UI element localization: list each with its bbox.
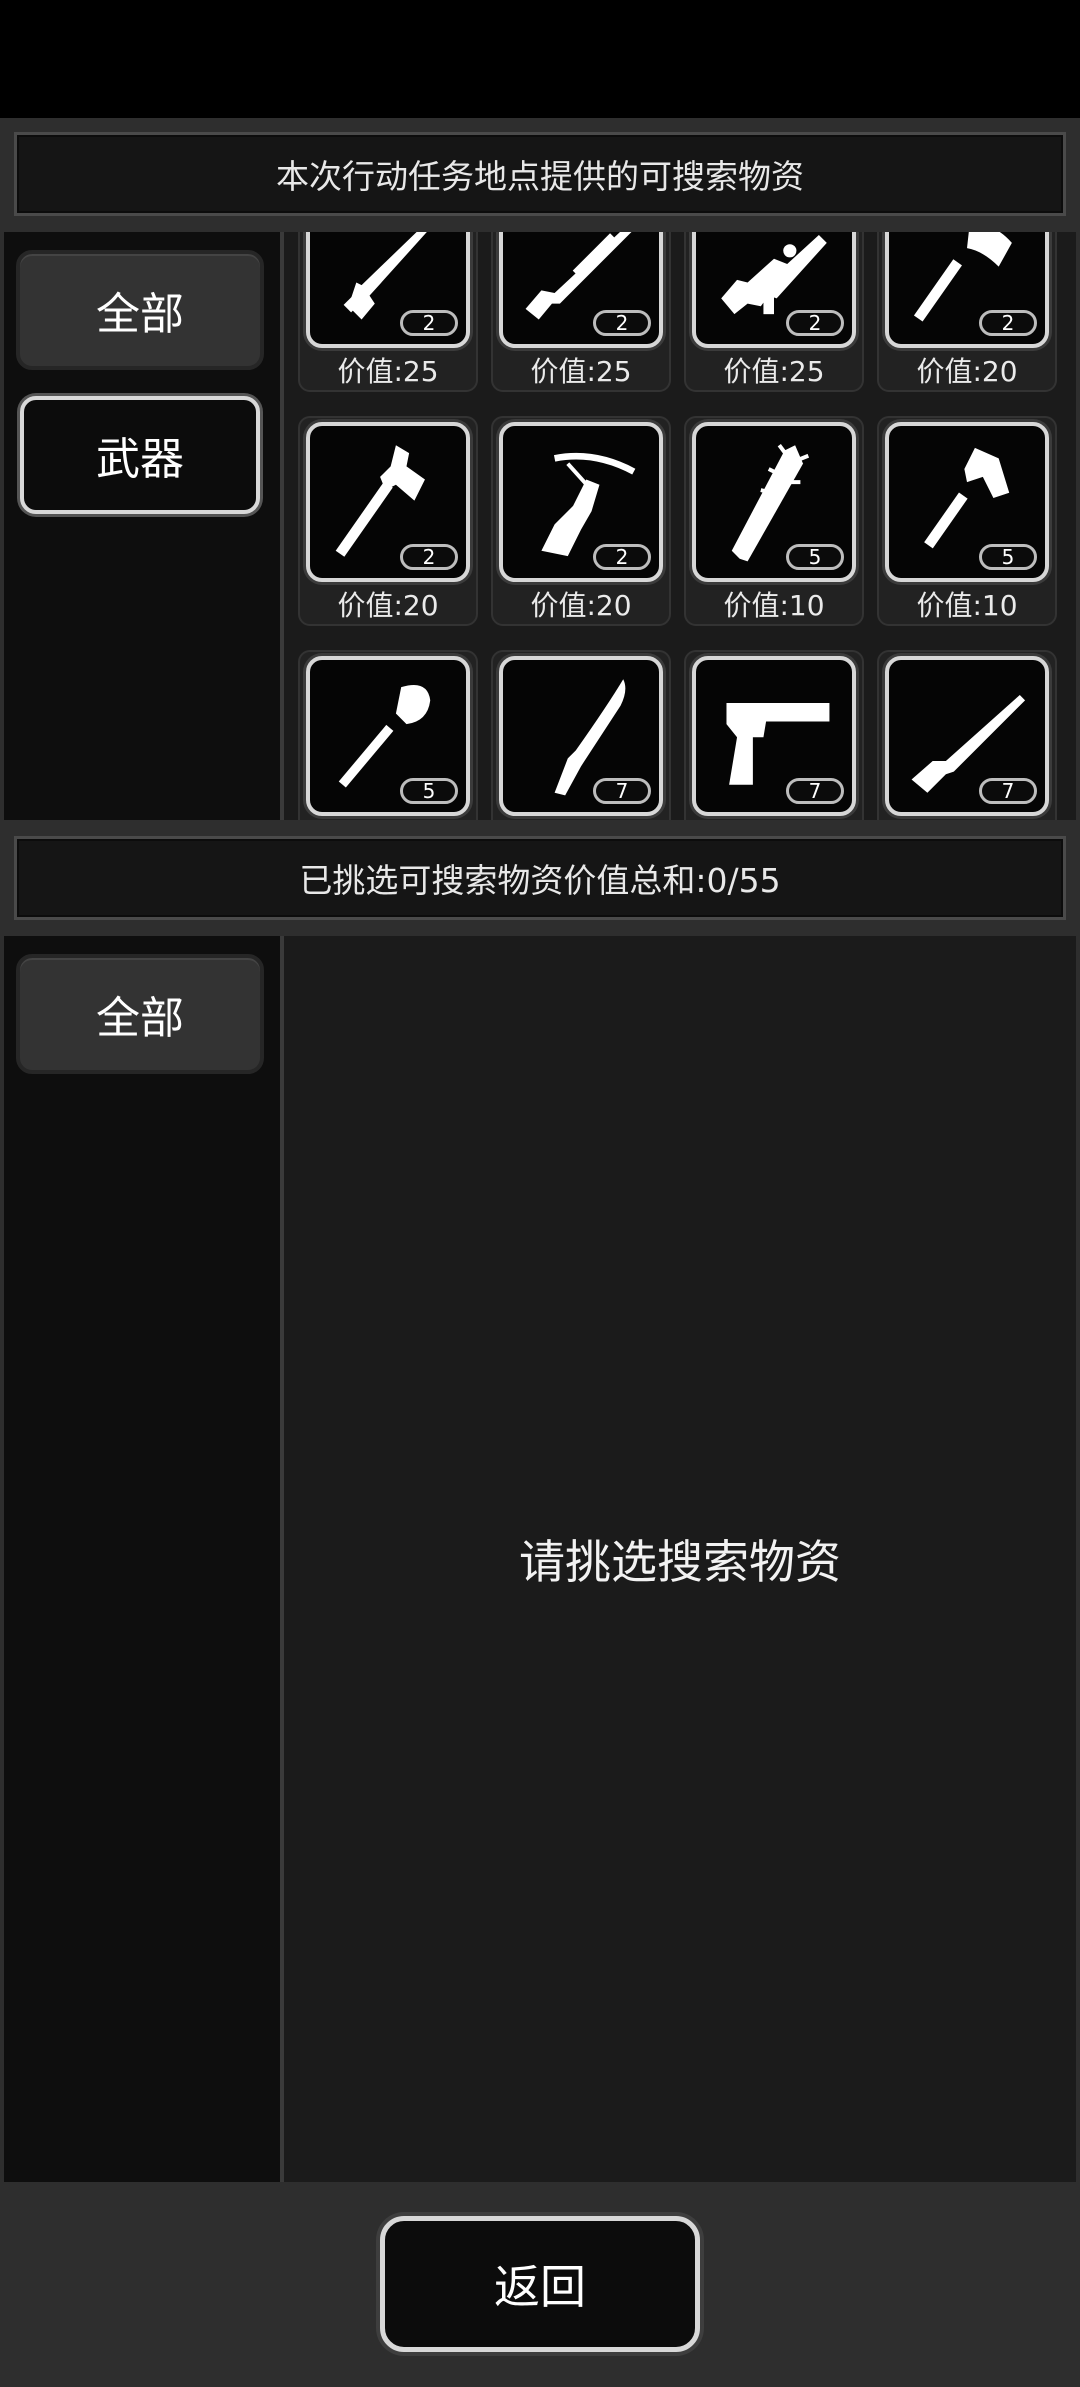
item-machete[interactable]: 2 价值:25	[298, 232, 478, 392]
item-tile: 5	[692, 422, 856, 582]
item-tile: 5	[885, 422, 1049, 582]
tab-all-label: 全部	[96, 289, 184, 340]
quantity-badge: 2	[593, 310, 651, 336]
item-price: 价值:20	[337, 589, 439, 622]
tab-all-label: 全部	[96, 993, 184, 1044]
item-tile: 5	[306, 656, 470, 816]
item-tile: 2	[306, 232, 470, 348]
item-pistol[interactable]: 7	[684, 650, 864, 820]
item-assault-rifle[interactable]: 2 价值:25	[684, 232, 864, 392]
item-tile: 2	[499, 232, 663, 348]
quantity-badge: 5	[400, 778, 458, 804]
quantity-badge: 7	[979, 778, 1037, 804]
item-tile: 2	[692, 232, 856, 348]
item-price: 价值:10	[723, 589, 825, 622]
tab-weapons[interactable]: 武器	[20, 396, 260, 514]
item-shovel[interactable]: 5	[298, 650, 478, 820]
quantity-badge: 5	[786, 544, 844, 570]
quantity-badge: 2	[400, 310, 458, 336]
empty-selection-text: 请挑选搜索物资	[519, 1535, 841, 1589]
item-spiked-bat[interactable]: 5 价值:10	[684, 416, 864, 626]
selected-supplies-area: 请挑选搜索物资	[284, 936, 1076, 2182]
item-price: 价值:20	[530, 589, 632, 622]
quantity-badge: 7	[786, 778, 844, 804]
quantity-badge: 2	[979, 310, 1037, 336]
quantity-badge: 2	[786, 310, 844, 336]
quantity-badge: 5	[979, 544, 1037, 570]
supplies-grid[interactable]: 2 价值:25 2 价值:25 2 价值:25 2 价值:20 2 价值:20 …	[284, 232, 1076, 820]
category-sidebar-bottom	[4, 936, 284, 2182]
item-price: 价值:25	[530, 355, 632, 388]
item-tile: 2	[499, 422, 663, 582]
item-axe[interactable]: 2 价值:20	[877, 232, 1057, 392]
back-button-label: 返回	[494, 2260, 586, 2314]
back-button[interactable]: 返回	[380, 2216, 700, 2352]
tab-all-top[interactable]: 全部	[16, 250, 264, 370]
item-tile: 7	[692, 656, 856, 816]
item-crossbow[interactable]: 2 价值:20	[491, 416, 671, 626]
quantity-badge: 2	[593, 544, 651, 570]
item-rifle[interactable]: 7	[877, 650, 1057, 820]
item-hatchet[interactable]: 5 价值:10	[877, 416, 1057, 626]
available-supplies-title: 本次行动任务地点提供的可搜索物资	[14, 132, 1066, 216]
item-price: 价值:10	[916, 589, 1018, 622]
quantity-badge: 2	[400, 544, 458, 570]
quantity-badge: 7	[593, 778, 651, 804]
item-tile: 2	[885, 232, 1049, 348]
selected-value-total: 已挑选可搜索物资价值总和:0/55	[14, 836, 1066, 920]
item-curved-blade[interactable]: 7	[491, 650, 671, 820]
tab-weapons-label: 武器	[96, 434, 184, 485]
item-price: 价值:25	[337, 355, 439, 388]
item-tile: 2	[306, 422, 470, 582]
tab-all-bottom[interactable]: 全部	[16, 954, 264, 1074]
item-price: 价值:20	[916, 355, 1018, 388]
item-price: 价值:25	[723, 355, 825, 388]
item-fire-axe[interactable]: 2 价值:20	[298, 416, 478, 626]
item-tile: 7	[499, 656, 663, 816]
item-tile: 7	[885, 656, 1049, 816]
item-shotgun[interactable]: 2 价值:25	[491, 232, 671, 392]
